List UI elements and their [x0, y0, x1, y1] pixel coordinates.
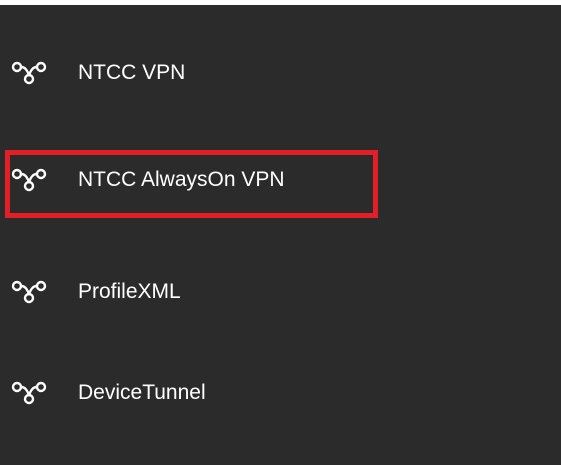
vpn-item-label: NTCC VPN [78, 61, 186, 84]
vpn-item-label: NTCC AlwaysOn VPN [78, 168, 285, 191]
vpn-connection-icon [10, 381, 48, 405]
vpn-item-profilexml[interactable]: ProfileXML [0, 264, 561, 320]
vpn-connection-icon [10, 280, 48, 304]
vpn-connections-panel: NTCC VPN NTCC AlwaysOn VPN ProfileXML De… [0, 5, 561, 465]
vpn-connection-icon [10, 168, 48, 192]
vpn-item-label: ProfileXML [78, 280, 181, 303]
vpn-connection-icon [10, 61, 48, 85]
vpn-item-devicetunnel[interactable]: DeviceTunnel [0, 365, 561, 421]
vpn-item-ntcc-alwayson-vpn[interactable]: NTCC AlwaysOn VPN [0, 152, 561, 208]
vpn-item-ntcc-vpn[interactable]: NTCC VPN [0, 45, 561, 101]
vpn-item-label: DeviceTunnel [78, 381, 206, 404]
